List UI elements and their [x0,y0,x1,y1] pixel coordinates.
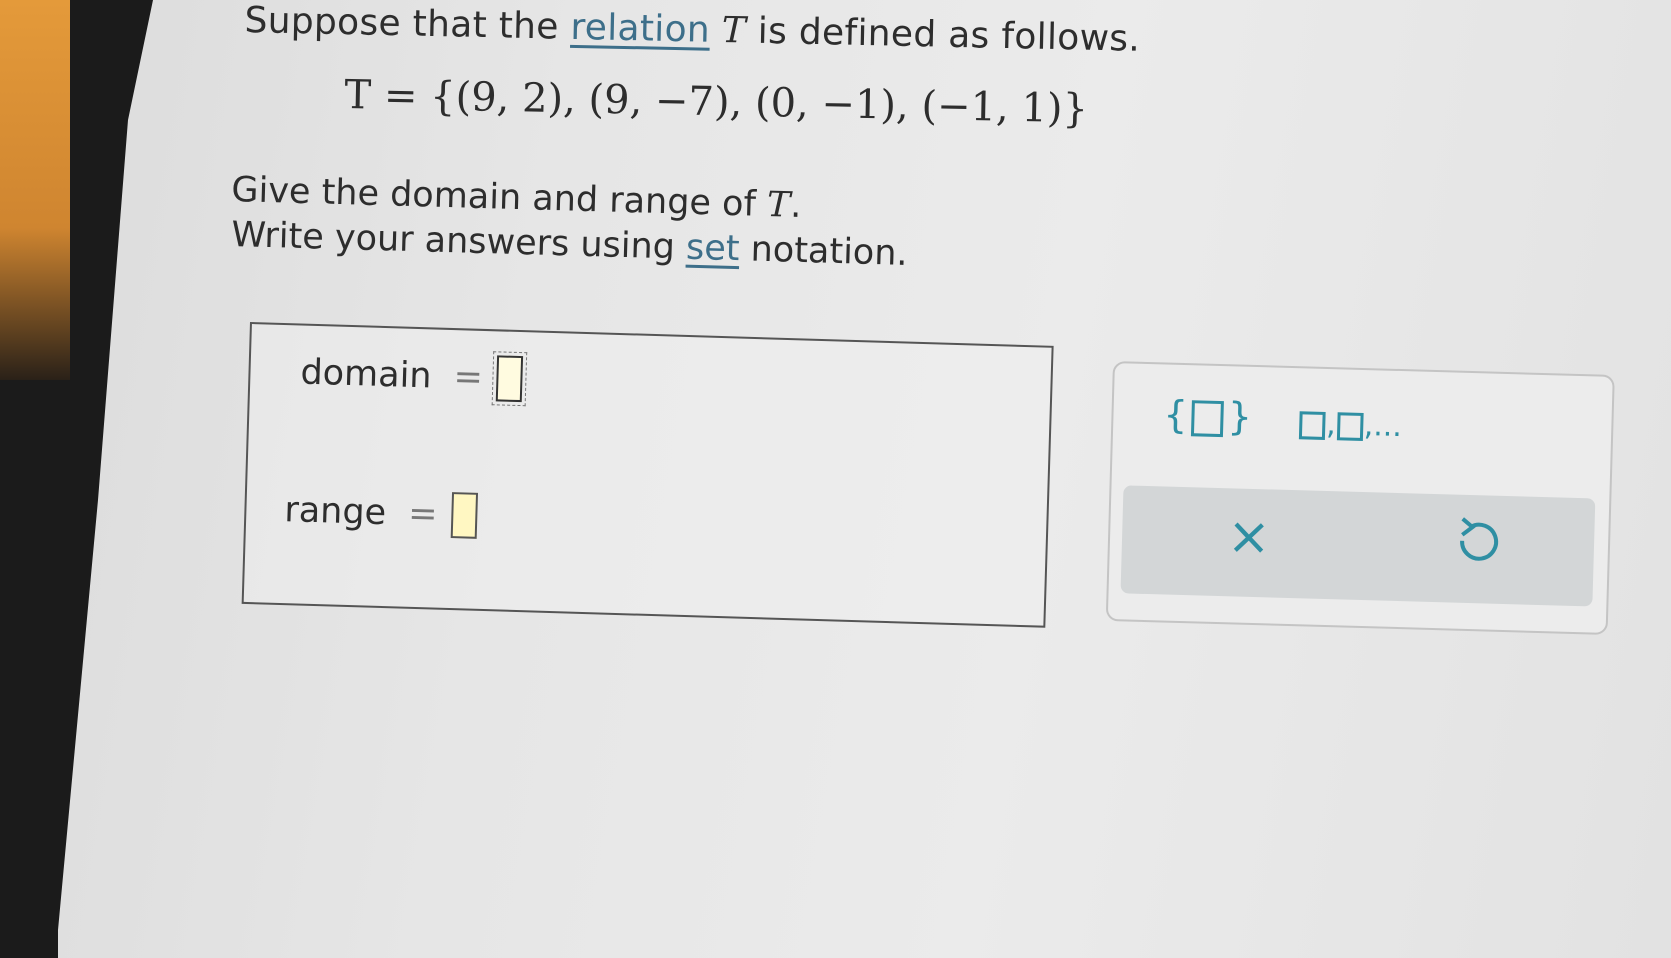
instruction-suffix: notation. [750,229,909,274]
question-panel: Suppose that the relation T is defined a… [0,0,1671,958]
instruction-variable: T [766,184,791,226]
list-icon[interactable]: ,,... [1298,406,1403,445]
question-prefix: Suppose that the [244,0,560,48]
instruction-period: . [789,185,803,226]
math-palette: {} ,,... × [1105,361,1615,635]
set-left-brace: { [1162,392,1189,438]
clear-icon[interactable]: × [1226,506,1271,567]
question-text: Suppose that the relation T is defined a… [244,0,1140,60]
answer-box: domain = range = [241,322,1054,628]
placeholder-box [1336,411,1364,441]
list-ellipsis: ,... [1363,408,1403,445]
relation-link[interactable]: relation [570,7,710,51]
undo-icon[interactable] [1451,513,1505,574]
domain-label: domain [299,352,433,397]
range-input[interactable] [450,492,479,539]
set-builder-icon[interactable]: {} [1163,392,1253,438]
domain-row: domain = [299,350,528,407]
instruction-line-2: Write your answers using set notation. [231,215,908,274]
relation-definition: T = {(9, 2), (9, −7), (0, −1), (−1, 1)} [344,72,1089,133]
relation-variable: T [721,9,747,52]
instruction-prefix: Write your answers using [230,215,676,268]
range-row: range = [283,487,479,539]
palette-actions: × [1120,485,1596,607]
placeholder-box [1191,399,1225,437]
range-label: range [283,490,387,534]
domain-input[interactable] [491,351,528,407]
range-equals: = [407,493,439,535]
placeholder-box [1298,410,1326,440]
set-link[interactable]: set [686,228,741,269]
question-suffix: is defined as follows. [757,10,1141,60]
set-right-brace: } [1227,394,1253,439]
domain-equals: = [452,357,484,398]
